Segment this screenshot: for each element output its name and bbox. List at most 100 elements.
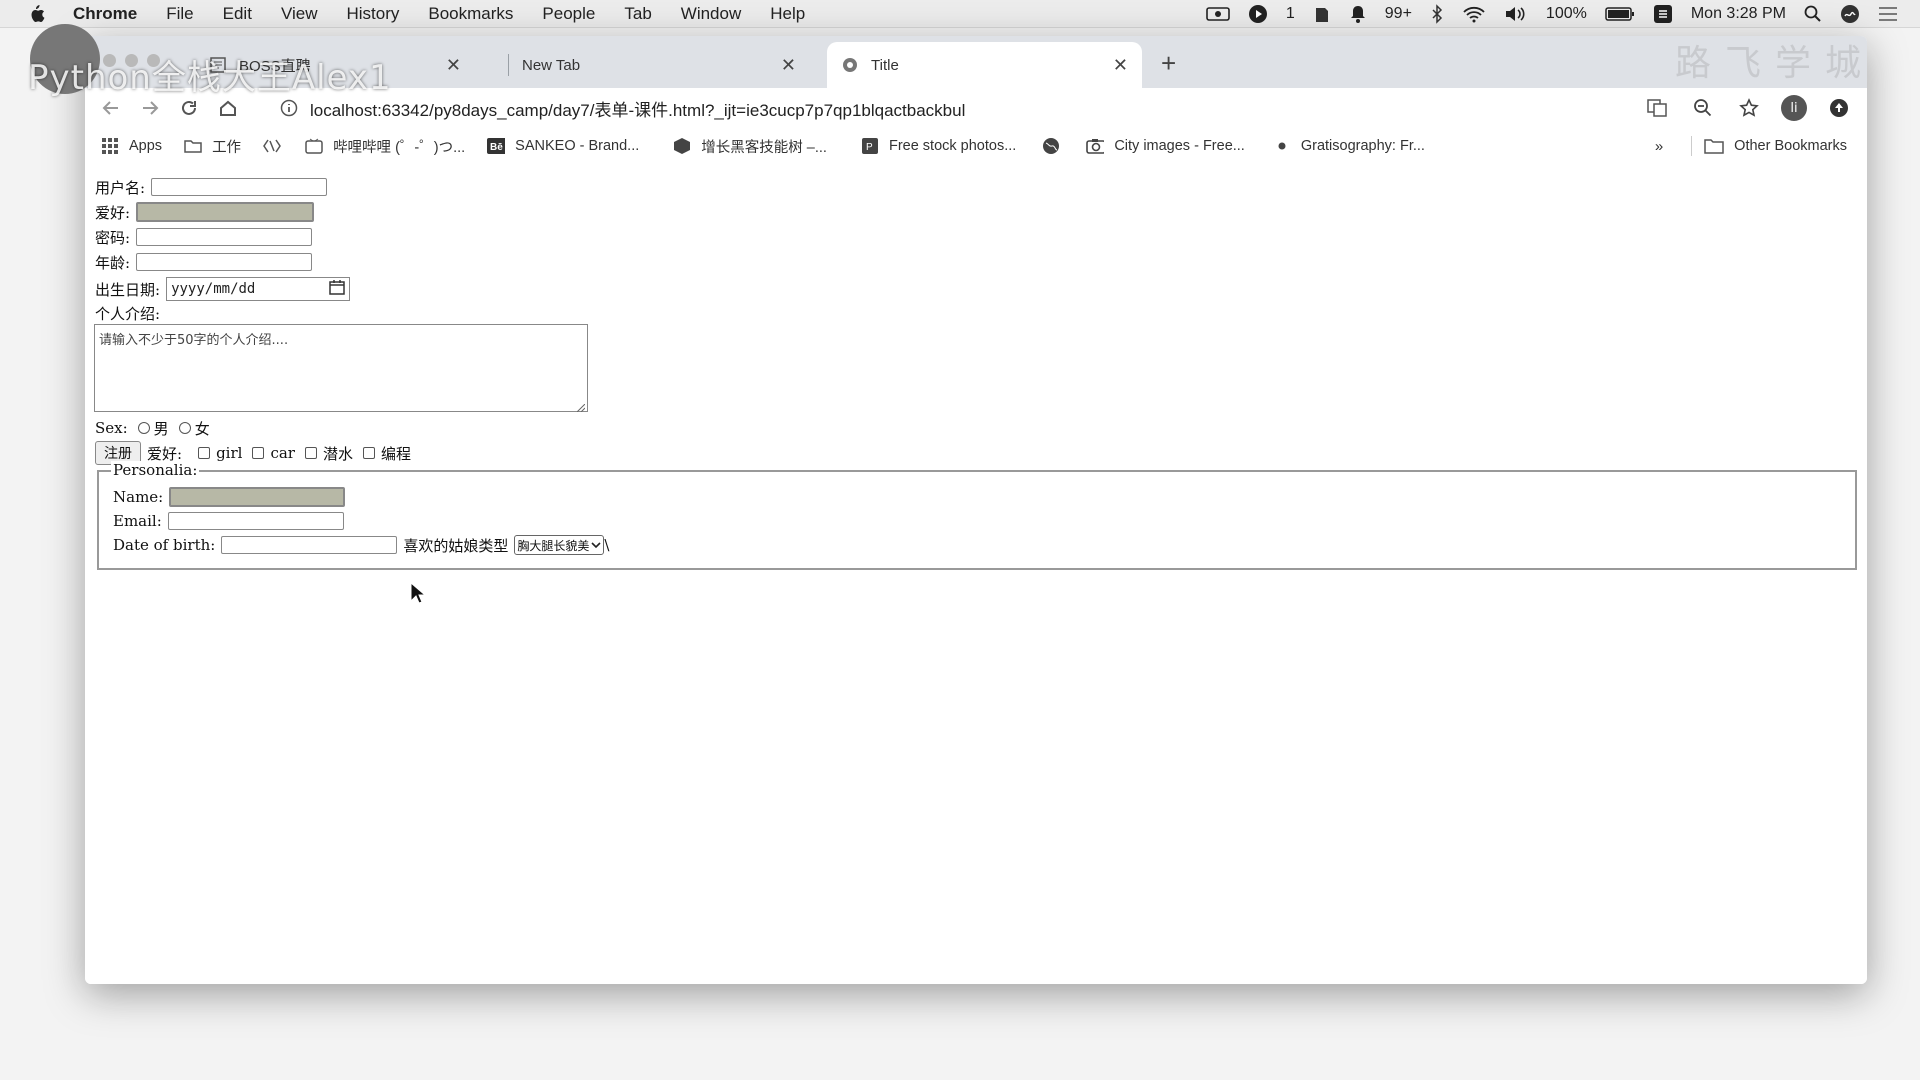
bell-icon[interactable] [1349,4,1367,24]
menu-window[interactable]: Window [681,4,741,24]
hobby-option-girl: girl [216,444,243,462]
bookmark-sankeo[interactable]: Bē SANKEO - Brand... [487,137,639,155]
pexels-icon: P [861,137,879,155]
resize-grip-icon[interactable] [576,401,586,413]
other-bookmarks[interactable]: Other Bookmarks [1734,138,1847,154]
notification-center-icon[interactable] [1878,6,1898,22]
screen-record-icon[interactable] [1206,6,1230,22]
hobby-row: 爱好: [95,201,315,223]
girl-type-label: 喜欢的姑娘类型 [403,536,509,555]
spotlight-search-icon[interactable] [1804,5,1822,23]
bookmarks-overflow-button[interactable]: » [1655,138,1663,155]
clock[interactable]: Mon 3:28 PM [1691,5,1786,23]
bookmark-apps[interactable]: Apps [101,137,162,155]
calendar-icon[interactable] [329,279,345,299]
sex-radio-male[interactable] [137,422,150,434]
menu-people[interactable]: People [542,4,595,24]
menu-help[interactable]: Help [770,4,805,24]
volume-icon[interactable] [1504,5,1528,23]
password-input[interactable] [136,228,313,246]
bookmark-label: Gratisography: Fr... [1300,138,1425,154]
date-placeholder: yyyy/mm/dd [171,281,256,297]
bookmark-work-folder[interactable]: 工作 [184,136,241,157]
username-input[interactable] [151,178,328,196]
bookmark-label: City images - Free... [1114,138,1245,154]
birthday-label: 出生日期: [95,280,161,299]
menu-history[interactable]: History [346,4,399,24]
behance-icon: Bē [487,137,506,155]
browser-window: BOSS直聘 ✕ New Tab ✕ Title ✕ + localhost:6… [85,36,1867,984]
scrollbar-app-icon[interactable] [1653,4,1673,24]
zoom-icon[interactable] [1689,94,1717,122]
bookmark-growth-hacker[interactable]: 增长黑客技能树 –... [673,136,827,157]
address-bar[interactable]: localhost:63342/py8days_camp/day7/表单-课件.… [270,93,1705,123]
select-value: 胸大腿长貌美 [517,538,590,553]
bookmark-bilibili[interactable]: 哔哩哔哩 (゜-゜)つ... [305,136,465,157]
hobby-checkbox-coding[interactable] [362,447,375,459]
battery-percent: 100% [1545,4,1587,22]
menu-file[interactable]: File [166,4,193,24]
password-row: 密码: [95,226,313,248]
intro-placeholder: 请输入不少于50字的个人介绍.... [99,333,289,348]
girl-type-select[interactable]: 胸大腿长貌美 [514,535,605,555]
bluetooth-icon[interactable] [1430,3,1444,24]
bookmark-pexels[interactable]: P Free stock photos... [861,137,1016,155]
bookmarks-bar: Apps 工作 哔哩哔哩 (゜-゜)つ... Bē SANKEO - Brand… [85,128,1867,165]
menu-bookmarks[interactable]: Bookmarks [428,4,513,24]
bilibili-icon [305,137,323,155]
bookmark-star-icon[interactable] [1735,94,1763,122]
intro-textarea[interactable]: 请输入不少于50字的个人介绍.... [94,324,588,413]
svg-text:Bē: Bē [490,142,503,153]
new-tab-button[interactable]: + [1161,48,1176,79]
menu-edit[interactable]: Edit [223,4,252,24]
menu-view[interactable]: View [281,4,318,24]
wifi-icon[interactable] [1462,5,1486,23]
apps-grid-icon [101,137,119,155]
profile-avatar[interactable]: li [1781,95,1807,121]
email-label: Email: [113,512,162,530]
email-input[interactable] [167,512,344,530]
tab-title: New Tab [522,56,581,74]
close-tab-icon[interactable]: ✕ [1113,55,1128,76]
bookmark-globe[interactable] [1042,137,1070,155]
bookmark-gratisography[interactable]: Gratisography: Fr... [1273,137,1425,155]
tab-new-tab[interactable]: New Tab ✕ [510,42,810,88]
sex-option-female: 女 [194,419,210,438]
camera-icon [1086,137,1105,155]
age-input[interactable] [136,253,313,271]
tab-title-active[interactable]: Title ✕ [827,42,1142,88]
close-tab-icon[interactable]: ✕ [781,55,796,76]
bookmark-bracket[interactable] [263,137,291,155]
personalia-fieldset: Personalia: Name: Email: Date of birth: … [97,461,1857,570]
bookmarks-right: » Other Bookmarks [1655,128,1847,164]
battery-icon[interactable] [1605,6,1635,22]
siri-icon[interactable] [1840,4,1860,24]
play-icon[interactable] [1248,4,1268,24]
menu-tab[interactable]: Tab [624,4,651,24]
sex-radio-female[interactable] [178,422,191,434]
bookmark-label: 增长黑客技能树 –... [701,139,827,156]
evernote-icon[interactable] [1313,4,1331,24]
toolbar-actions: li [1643,94,1853,122]
dob-row: Date of birth: 喜欢的姑娘类型 胸大腿长貌美 \ [113,534,609,556]
translate-icon[interactable] [1643,94,1671,122]
url-text[interactable]: localhost:63342/py8days_camp/day7/表单-课件.… [310,96,965,121]
close-tab-icon[interactable]: ✕ [446,55,461,76]
intro-label: 个人介绍: [95,304,161,323]
birthday-date-input[interactable]: yyyy/mm/dd [166,277,351,301]
site-info-icon[interactable] [280,99,298,117]
hobby-option-coding: 编程 [380,444,411,463]
extension-icon[interactable] [1825,94,1853,122]
watermark-left-text: Python全栈大王Alex1 [28,58,392,98]
folder-icon [1704,138,1724,154]
hobby-checkbox-car[interactable] [252,447,265,459]
apple-icon[interactable] [27,4,49,24]
hobby-input[interactable] [136,202,315,222]
menu-app-name[interactable]: Chrome [73,4,137,24]
dob-input[interactable] [221,536,398,554]
bookmark-city-images[interactable]: City images - Free... [1086,137,1245,155]
name-input[interactable] [169,487,346,507]
hobby-checkbox-girl[interactable] [198,447,211,459]
hobby-checkbox-diving[interactable] [304,447,317,459]
name-row: Name: [113,486,346,508]
